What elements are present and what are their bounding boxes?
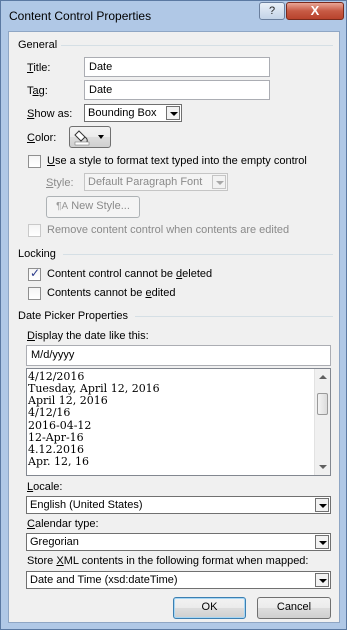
list-item[interactable]: Apr. 12, 16 — [28, 456, 89, 468]
calendar-type-label: Calendar type: — [27, 518, 99, 530]
locale-value: English (United States) — [30, 499, 143, 511]
style-label: Style: — [46, 177, 74, 189]
list-item[interactable]: 4/12/16 — [28, 407, 70, 419]
color-label: Color: — [27, 132, 57, 144]
style-icon: ¶A — [56, 201, 69, 212]
dialog-window: Content Control Properties ? X General T… — [0, 0, 347, 630]
color-picker-button[interactable] — [69, 126, 111, 148]
date-picker-heading: Date Picker Properties — [18, 310, 129, 322]
chevron-down-icon — [212, 175, 226, 189]
paint-bucket-icon — [74, 130, 104, 146]
new-style-button[interactable]: ¶A New Style... — [46, 196, 140, 218]
scroll-down-icon[interactable] — [316, 460, 330, 474]
new-style-label: New Style... — [71, 200, 130, 212]
style-dropdown[interactable]: Default Paragraph Font — [84, 173, 228, 191]
use-style-label: Use a style to format text typed into th… — [47, 155, 307, 167]
title-label: Title: — [27, 62, 51, 74]
display-date-label: Display the date like this: — [27, 330, 149, 342]
scroll-up-icon[interactable] — [316, 370, 330, 384]
locking-heading: Locking — [18, 248, 56, 260]
chevron-down-icon — [315, 573, 329, 587]
remove-control-label: Remove content control when contents are… — [47, 224, 290, 236]
calendar-type-dropdown[interactable]: Gregorian — [26, 533, 331, 551]
show-as-value: Bounding Box — [88, 107, 157, 119]
chevron-down-icon — [166, 106, 180, 120]
help-button[interactable]: ? — [259, 2, 285, 20]
store-format-dropdown[interactable]: Date and Time (xsd:dateTime) — [26, 571, 331, 589]
remove-control-checkbox[interactable] — [28, 224, 41, 237]
list-scrollbar[interactable] — [314, 369, 330, 475]
tag-label: Tag: — [27, 85, 48, 97]
dialog-client: General Title: Date Tag: Date Show as: B… — [8, 31, 340, 623]
cancel-button[interactable]: Cancel — [257, 597, 331, 619]
cannot-delete-label: Content control cannot be deleted — [47, 268, 213, 280]
date-picker-divider — [135, 316, 333, 317]
scroll-thumb[interactable] — [317, 393, 328, 415]
locking-divider — [63, 254, 333, 255]
use-style-checkbox[interactable] — [28, 155, 41, 168]
show-as-dropdown[interactable]: Bounding Box — [84, 104, 182, 122]
window-title: Content Control Properties — [9, 9, 152, 23]
general-heading: General — [18, 39, 58, 51]
cannot-delete-checkbox[interactable] — [28, 266, 41, 281]
locale-dropdown[interactable]: English (United States) — [26, 496, 331, 514]
title-field[interactable]: Date — [84, 57, 270, 77]
general-divider — [61, 45, 333, 46]
show-as-label: Show as: — [27, 108, 73, 120]
chevron-down-icon — [315, 498, 329, 512]
chevron-down-icon — [315, 535, 329, 549]
close-button[interactable]: X — [286, 2, 344, 20]
date-format-list[interactable]: 4/12/2016 Tuesday, April 12, 2016 April … — [26, 368, 331, 476]
ok-button[interactable]: OK — [173, 597, 246, 619]
cannot-edit-checkbox[interactable] — [28, 287, 41, 300]
date-format-field[interactable]: M/d/yyyy — [26, 345, 331, 366]
store-format-label: Store XML contents in the following form… — [27, 555, 309, 567]
tag-field[interactable]: Date — [84, 80, 270, 100]
cannot-edit-label: Contents cannot be edited — [47, 287, 176, 299]
store-format-value: Date and Time (xsd:dateTime) — [30, 574, 178, 586]
locale-label: Locale: — [27, 481, 63, 493]
style-value: Default Paragraph Font — [88, 176, 203, 188]
calendar-type-value: Gregorian — [30, 536, 79, 548]
title-bar[interactable]: Content Control Properties ? X — [1, 1, 346, 31]
